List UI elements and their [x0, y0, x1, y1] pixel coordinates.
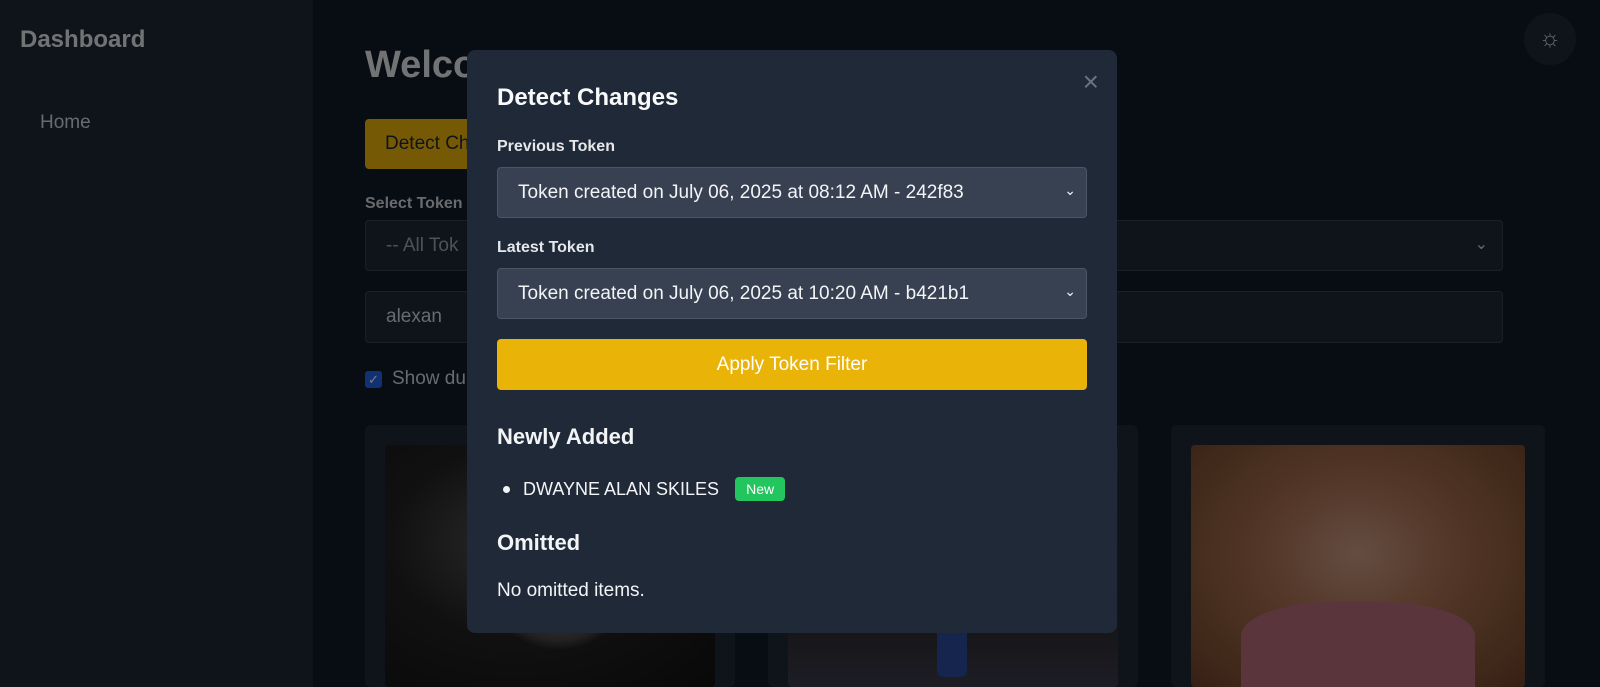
apply-token-filter-button[interactable]: Apply Token Filter	[497, 339, 1087, 390]
new-badge: New	[735, 477, 786, 501]
omitted-empty-text: No omitted items.	[497, 580, 645, 601]
previous-token-select[interactable]: Token created on July 06, 2025 at 08:12 …	[497, 167, 1087, 218]
bullet	[503, 485, 510, 493]
previous-token-value: Token created on July 06, 2025 at 08:12 …	[518, 182, 964, 203]
list-item: DWAYNE ALAN SKILES New	[503, 477, 786, 501]
close-icon[interactable]: ×	[1083, 68, 1099, 96]
previous-token-label: Previous Token	[497, 138, 615, 155]
latest-token-value: Token created on July 06, 2025 at 10:20 …	[518, 283, 970, 304]
detect-changes-modal: × Detect Changes Previous Token Token cr…	[467, 50, 1117, 633]
modal-title: Detect Changes	[497, 84, 679, 111]
latest-token-label: Latest Token	[497, 239, 595, 256]
omitted-heading: Omitted	[497, 530, 581, 555]
chevron-down-icon: ⌄	[1064, 182, 1076, 198]
added-item-name: DWAYNE ALAN SKILES	[523, 478, 720, 499]
newly-added-heading: Newly Added	[497, 424, 635, 449]
chevron-down-icon: ⌄	[1064, 283, 1076, 299]
latest-token-select[interactable]: Token created on July 06, 2025 at 10:20 …	[497, 268, 1087, 319]
